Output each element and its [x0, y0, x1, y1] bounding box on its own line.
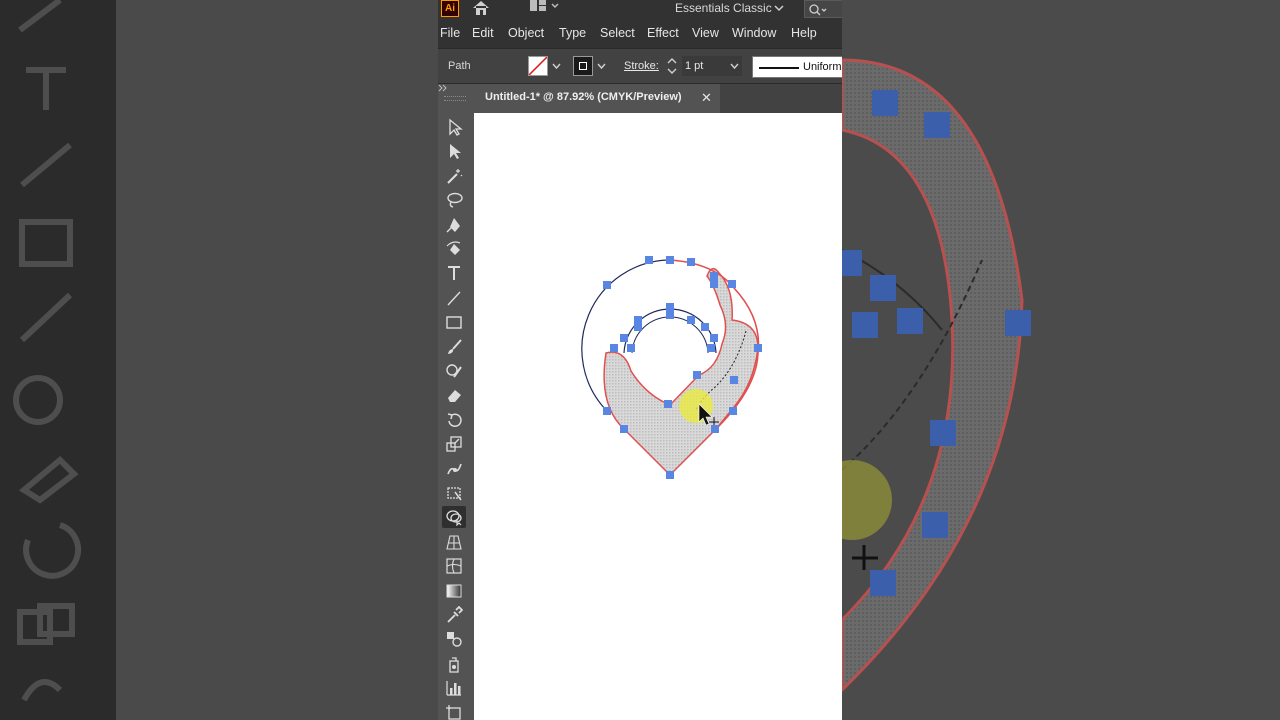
mesh-tool-icon [446, 558, 462, 574]
workspace-switcher-label[interactable]: Essentials Classic [675, 1, 772, 15]
artboard-tool-button[interactable] [442, 702, 466, 720]
paintbrush-tool-button[interactable] [442, 336, 466, 358]
collapse-panel-icon[interactable] [438, 84, 448, 92]
rotate-tool-button[interactable] [442, 409, 466, 431]
gradient-tool-icon [446, 584, 462, 598]
tools-panel [438, 84, 474, 720]
free-transform-tool-button[interactable] [442, 482, 466, 504]
symbol-sprayer-tool-icon [449, 657, 459, 673]
zoomed-tools-graphic [13, 0, 82, 702]
menu-select[interactable]: Select [600, 26, 635, 40]
fill-swatch[interactable] [528, 56, 548, 76]
highlighted-fill [603, 267, 759, 477]
scale-tool-button[interactable] [442, 433, 466, 455]
zoomed-background-right [842, 0, 1280, 720]
zoomed-background-left [0, 0, 438, 720]
search-input[interactable] [804, 0, 842, 18]
rotate-tool-icon [447, 413, 462, 427]
lasso-tool-icon [447, 192, 463, 208]
gradient-tool-button[interactable] [442, 580, 466, 602]
chevron-down-icon[interactable] [774, 4, 784, 12]
eyedropper-tool-button[interactable] [442, 604, 466, 626]
no-fill-icon [529, 57, 547, 75]
panel-grip[interactable] [444, 96, 466, 101]
menu-type[interactable]: Type [559, 26, 586, 40]
lasso-tool-button[interactable] [442, 189, 466, 211]
mesh-tool-button[interactable] [442, 555, 466, 577]
artboard-tool-icon [446, 704, 461, 720]
artwork[interactable] [474, 113, 842, 720]
line-segment-tool-icon [447, 291, 461, 306]
pen-tool-icon [446, 217, 460, 233]
chevron-down-icon[interactable] [597, 63, 606, 70]
app-bar: Ai Essentials Classic [438, 0, 842, 20]
artboard-canvas[interactable] [474, 113, 842, 720]
stroke-swatch[interactable] [573, 56, 593, 76]
inner-circle-path-2 [631, 316, 709, 354]
selection-tool-icon [449, 118, 463, 136]
shaper-tool-icon [446, 364, 462, 378]
menu-help[interactable]: Help [791, 26, 817, 40]
stroke-weight-stepper[interactable] [666, 56, 678, 76]
close-tab-button[interactable]: ✕ [701, 90, 712, 106]
scale-tool-icon [446, 436, 462, 452]
blend-tool-button[interactable] [442, 628, 466, 650]
chevron-down-icon[interactable] [552, 63, 561, 70]
shaper-tool-button[interactable] [442, 360, 466, 382]
arrange-documents-icon[interactable] [530, 0, 560, 14]
document-tab[interactable]: Untitled-1* @ 87.92% (CMYK/Preview) ✕ [474, 84, 720, 113]
zoomed-artwork-graphic [842, 58, 1031, 693]
symbol-sprayer-tool-button[interactable] [442, 653, 466, 675]
magic-wand-tool-icon [447, 168, 463, 184]
magic-wand-tool-button[interactable] [442, 165, 466, 187]
pen-tool-button[interactable] [442, 214, 466, 236]
stroke-panel-link[interactable]: Stroke: [624, 60, 659, 72]
menu-edit[interactable]: Edit [472, 26, 494, 40]
type-tool-icon [448, 266, 460, 281]
control-bar: Path Stroke: 1 pt Uniform [438, 48, 842, 84]
curvature-tool-button[interactable] [442, 238, 466, 260]
rectangle-tool-icon [446, 316, 462, 329]
blend-tool-icon [447, 632, 462, 648]
line-segment-tool-button[interactable] [442, 287, 466, 309]
selection-tool-button[interactable] [442, 116, 466, 138]
chevron-down-icon[interactable] [730, 63, 739, 70]
shape-builder-tool-icon [446, 510, 462, 527]
app-logo: Ai [441, 0, 459, 17]
document-tab-bar: Untitled-1* @ 87.92% (CMYK/Preview) ✕ [474, 84, 842, 113]
eraser-tool-icon [448, 390, 461, 403]
paintbrush-tool-icon [448, 338, 462, 354]
document-tab-title: Untitled-1* @ 87.92% (CMYK/Preview) [485, 91, 682, 103]
variable-width-profile-select[interactable]: Uniform [752, 56, 842, 78]
menu-window[interactable]: Window [732, 26, 776, 40]
shape-builder-tool-button[interactable] [442, 506, 466, 529]
profile-preview-line [759, 67, 799, 69]
perspective-grid-tool-icon [446, 535, 462, 550]
curvature-tool-icon [446, 241, 461, 255]
menu-object[interactable]: Object [508, 26, 544, 40]
puppet-warp-tool-button[interactable] [442, 458, 466, 480]
direct-selection-tool-button[interactable] [442, 140, 466, 162]
illustrator-window: Ai Essentials Classic File Edit Object T… [438, 0, 842, 720]
menu-view[interactable]: View [692, 26, 719, 40]
type-tool-button[interactable] [442, 262, 466, 284]
direct-selection-tool-icon [450, 144, 461, 160]
search-icon [809, 4, 827, 16]
eraser-tool-button[interactable] [442, 384, 466, 406]
free-transform-tool-icon [447, 487, 462, 501]
cursor-highlight [679, 389, 713, 423]
column-graph-tool-button[interactable] [442, 677, 466, 699]
eyedropper-tool-icon [447, 606, 463, 623]
menu-bar: File Edit Object Type Select Effect View… [438, 20, 842, 48]
menu-effect[interactable]: Effect [647, 26, 679, 40]
column-graph-tool-icon [446, 681, 461, 696]
menu-file[interactable]: File [440, 26, 460, 40]
perspective-grid-tool-button[interactable] [442, 531, 466, 553]
puppet-warp-tool-icon [447, 463, 462, 474]
home-icon[interactable] [472, 0, 490, 16]
selection-type-label: Path [448, 60, 471, 72]
profile-label: Uniform [803, 61, 842, 73]
rectangle-tool-button[interactable] [442, 311, 466, 333]
